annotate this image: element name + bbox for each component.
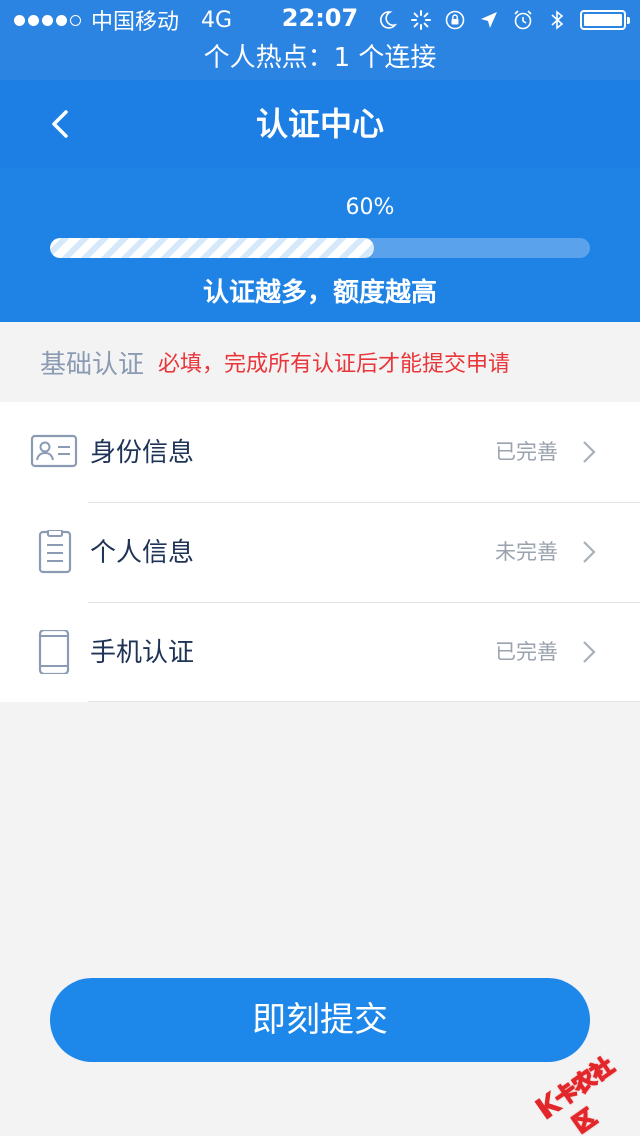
item-label: 个人信息	[90, 538, 195, 568]
rotation-lock-icon	[445, 10, 465, 30]
list-item-personal[interactable]: 个人信息 未完善	[0, 502, 640, 602]
section-note: 必填，完成所有认证后才能提交申请	[158, 352, 511, 377]
section-title: 基础认证	[40, 349, 145, 380]
progress-percent: 60%	[345, 195, 395, 220]
id-card-icon	[30, 434, 78, 468]
item-label: 身份信息	[90, 438, 195, 468]
auth-center-screen: 中国移动 4G 22:07 个人热点：1 个连接 认证中心 60% 认证越多，额…	[0, 0, 640, 1136]
list-item-phone[interactable]: 手机认证 已完善	[0, 602, 640, 702]
progress-panel: 60% 认证越多，额度越高	[0, 168, 640, 322]
nav-bar: 认证中心	[0, 80, 640, 168]
progress-bar-fill	[50, 238, 374, 258]
status-bar: 中国移动 4G 22:07	[0, 0, 640, 40]
back-button[interactable]	[44, 102, 84, 146]
phone-icon	[38, 630, 70, 674]
page-title: 认证中心	[255, 105, 384, 143]
verification-list: 身份信息 已完善 个人信息 未完善 手机认证 已完善	[0, 402, 640, 702]
item-status: 已完善	[495, 440, 558, 464]
item-status: 未完善	[495, 540, 558, 564]
chevron-right-icon	[583, 441, 596, 463]
chevron-right-icon	[583, 641, 596, 663]
hotspot-banner[interactable]: 个人热点：1 个连接	[0, 40, 640, 80]
item-status: 已完善	[495, 640, 558, 664]
item-label: 手机认证	[90, 638, 195, 668]
alarm-icon	[514, 10, 532, 30]
section-header: 基础认证 必填，完成所有认证后才能提交申请	[0, 322, 640, 402]
submit-button[interactable]: 即刻提交	[50, 978, 590, 1062]
chevron-right-icon	[583, 541, 596, 563]
moon-icon	[380, 11, 398, 29]
loading-spinner-icon	[411, 10, 431, 30]
status-right	[376, 6, 630, 34]
location-arrow-icon	[481, 12, 497, 28]
progress-slogan: 认证越多，额度越高	[202, 278, 437, 308]
progress-bar	[50, 238, 590, 258]
battery-icon	[580, 10, 630, 30]
chevron-left-icon	[52, 110, 68, 138]
watermark-text: 卡农社区	[550, 1053, 620, 1136]
bluetooth-icon	[551, 10, 564, 30]
document-icon	[38, 530, 72, 574]
list-item-identity[interactable]: 身份信息 已完善	[0, 402, 640, 502]
